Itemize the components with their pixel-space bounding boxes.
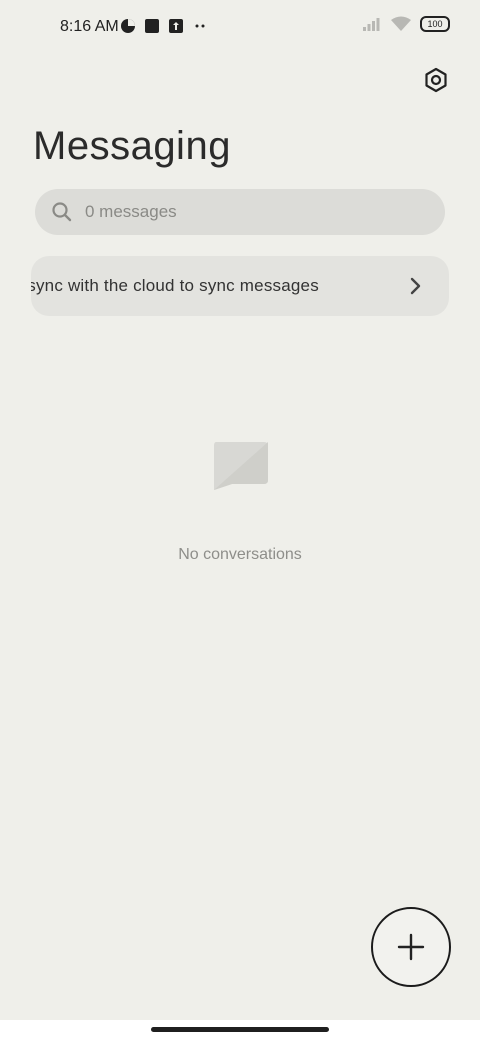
square-app-icon <box>145 19 159 33</box>
sync-banner-text: Turn on sync with the cloud to sync mess… <box>31 276 319 295</box>
message-bubble-icon <box>214 442 268 490</box>
sync-banner[interactable]: Turn on sync with the cloud to sync mess… <box>31 256 449 316</box>
search-bar[interactable]: 0 messages <box>35 189 445 235</box>
battery-level: 100 <box>427 19 443 29</box>
empty-state-text: No conversations <box>178 546 302 563</box>
more-dots-icon <box>195 24 205 28</box>
settings-icon <box>425 67 447 93</box>
signal-icon <box>363 18 380 31</box>
battery-indicator: 100 <box>420 16 450 32</box>
notification-icons <box>120 18 208 34</box>
page-title: Messaging <box>33 124 231 168</box>
home-gesture-handle[interactable] <box>151 1027 329 1032</box>
new-message-button[interactable] <box>371 907 451 987</box>
status-time: 8:16 AM <box>60 18 119 35</box>
status-bar: 8:16 AM 100 <box>0 0 480 56</box>
plus-icon <box>397 933 425 961</box>
search-input[interactable]: 0 messages <box>85 202 177 222</box>
wifi-icon <box>391 16 411 31</box>
settings-button[interactable] <box>422 66 450 94</box>
sync-banner-text-container: Turn on sync with the cloud to sync mess… <box>31 256 391 316</box>
upload-icon <box>169 19 183 33</box>
search-icon <box>52 202 72 222</box>
system-icons: 100 <box>362 16 450 32</box>
pie-icon <box>121 19 135 33</box>
chevron-right-icon <box>410 277 421 295</box>
navigation-bar <box>0 1020 480 1040</box>
